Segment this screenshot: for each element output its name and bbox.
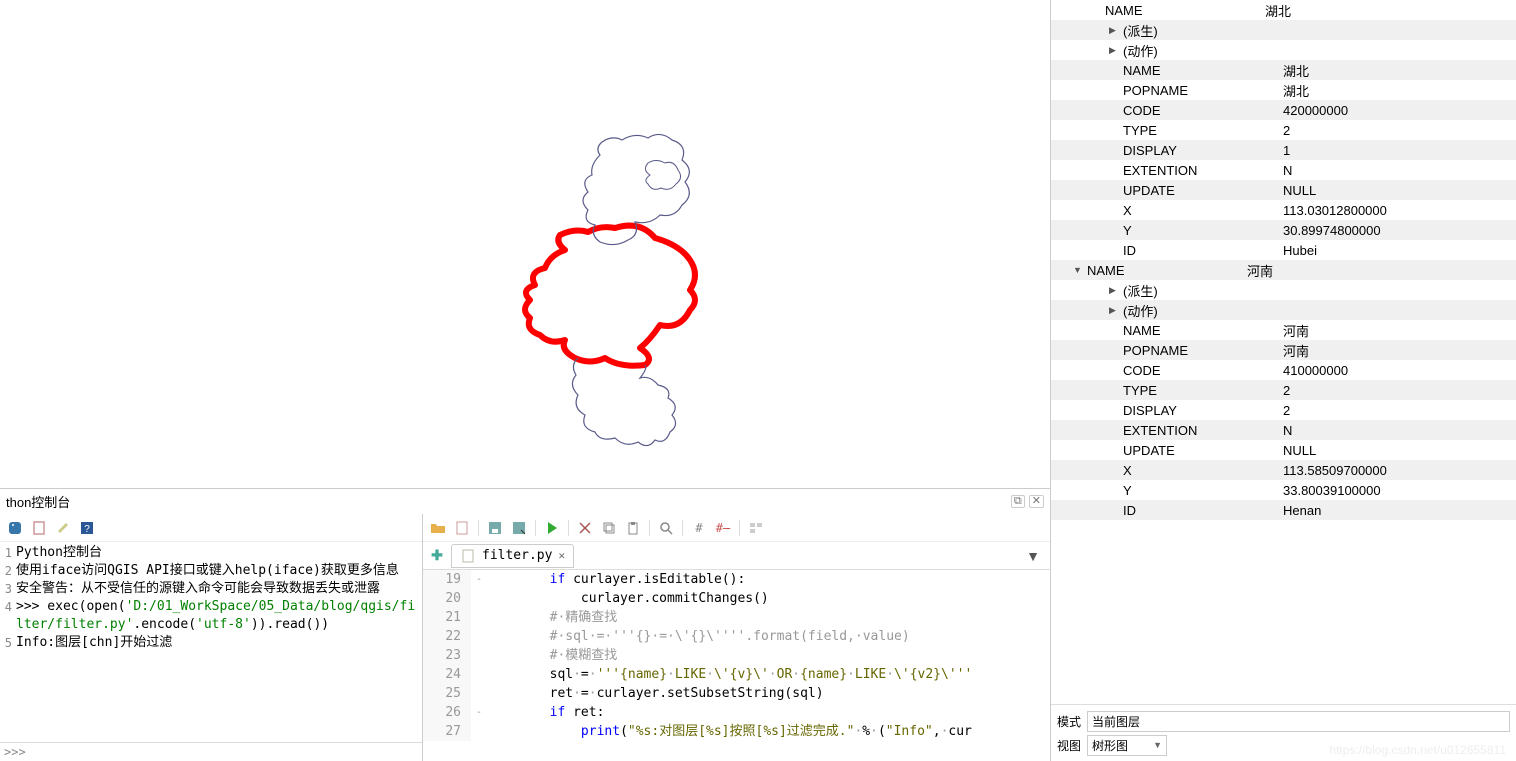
file-tab-filter[interactable]: filter.py ✕ xyxy=(451,544,574,568)
console-line: 2使用iface访问QGIS API接口或键入help(iface)获取更多信息 xyxy=(0,562,422,580)
attr-header-hubei[interactable]: NAME湖北 xyxy=(1051,0,1516,20)
console-close-icon[interactable]: ✕ xyxy=(1029,495,1044,508)
open-file-icon[interactable] xyxy=(428,518,448,538)
attr-row[interactable]: IDHubei xyxy=(1051,240,1516,260)
attr-row[interactable]: Y33.80039100000 xyxy=(1051,480,1516,500)
console-undock-icon[interactable]: ⧉ xyxy=(1011,495,1025,508)
new-file-icon[interactable] xyxy=(452,518,472,538)
save-as-icon[interactable] xyxy=(509,518,529,538)
console-output[interactable]: 1Python控制台2使用iface访问QGIS API接口或键入help(if… xyxy=(0,542,422,742)
code-line: 22 #·sql·=·'''{}·=·\'{}\''''.format(fiel… xyxy=(423,627,1050,646)
editor-toolbar: # #̶ xyxy=(423,514,1050,542)
comment-icon[interactable]: # xyxy=(689,518,709,538)
object-inspector-icon[interactable] xyxy=(746,518,766,538)
identify-footer: 模式 当前图层 视图 树形图 ▼ https://blog.csdn.net/u… xyxy=(1051,704,1516,761)
run-icon[interactable] xyxy=(542,518,562,538)
python-icon[interactable] xyxy=(5,518,25,538)
watermark: https://blog.csdn.net/u012655811 xyxy=(1329,743,1506,757)
save-icon[interactable] xyxy=(485,518,505,538)
attr-header-henan[interactable]: ▼NAME河南 xyxy=(1051,260,1516,280)
console-line: 4>>> exec(open('D:/01_WorkSpace/05_Data/… xyxy=(0,598,422,634)
map-canvas[interactable] xyxy=(0,0,1050,488)
svg-text:?: ? xyxy=(84,524,90,535)
attr-row[interactable]: EXTENTIONN xyxy=(1051,420,1516,440)
attr-derived[interactable]: ▶(派生) xyxy=(1051,280,1516,300)
console-toolbar: ? xyxy=(0,514,422,542)
attr-row[interactable]: POPNAME河南 xyxy=(1051,340,1516,360)
console-line: 1Python控制台 xyxy=(0,544,422,562)
tab-overflow-icon[interactable]: ▼ xyxy=(1026,548,1040,564)
console-title-bar: thon控制台 ⧉ ✕ xyxy=(0,489,1050,514)
clear-icon[interactable] xyxy=(29,518,49,538)
attr-row[interactable]: IDHenan xyxy=(1051,500,1516,520)
file-tab-label: filter.py xyxy=(482,548,552,563)
attr-row[interactable]: NAME河南 xyxy=(1051,320,1516,340)
close-tab-icon[interactable]: ✕ xyxy=(558,549,565,562)
feature-inner-ring xyxy=(645,161,680,190)
attr-row[interactable]: DISPLAY2 xyxy=(1051,400,1516,420)
attr-row[interactable]: DISPLAY1 xyxy=(1051,140,1516,160)
mode-dropdown[interactable]: 当前图层 xyxy=(1087,711,1510,732)
paste-icon[interactable] xyxy=(623,518,643,538)
code-line: 19- if curlayer.isEditable(): xyxy=(423,570,1050,589)
mode-label: 模式 xyxy=(1057,713,1081,730)
console-line: 5Info:图层[chn]开始过滤 xyxy=(0,634,422,652)
attr-row[interactable]: UPDATENULL xyxy=(1051,180,1516,200)
search-icon[interactable] xyxy=(656,518,676,538)
copy-icon[interactable] xyxy=(599,518,619,538)
file-icon xyxy=(460,548,476,564)
code-line: 25 ret·=·curlayer.setSubsetString(sql) xyxy=(423,684,1050,703)
attr-row[interactable]: POPNAME湖北 xyxy=(1051,80,1516,100)
attr-row[interactable]: NAME湖北 xyxy=(1051,60,1516,80)
chevron-down-icon: ▼ xyxy=(1153,740,1162,750)
cut-icon[interactable] xyxy=(575,518,595,538)
settings-icon[interactable] xyxy=(53,518,73,538)
code-line: 27 print("%s:对图层[%s]按照[%s]过滤完成."·%·("Inf… xyxy=(423,722,1050,741)
code-editor[interactable]: 19- if curlayer.isEditable():20 curlayer… xyxy=(423,570,1050,761)
attr-row[interactable]: TYPE2 xyxy=(1051,380,1516,400)
console-title: thon控制台 xyxy=(6,492,70,511)
attr-row[interactable]: X113.58509700000 xyxy=(1051,460,1516,480)
view-dropdown[interactable]: 树形图 ▼ xyxy=(1087,735,1167,756)
feature-henan[interactable] xyxy=(525,226,695,366)
console-prompt[interactable]: >>> xyxy=(0,742,422,761)
code-line: 24 sql·=·'''{name}·LIKE·\'{v}\'·OR·{name… xyxy=(423,665,1050,684)
attr-row[interactable]: X113.03012800000 xyxy=(1051,200,1516,220)
uncomment-icon[interactable]: #̶ xyxy=(713,518,733,538)
code-line: 21 #·精确查找 xyxy=(423,608,1050,627)
attr-row[interactable]: UPDATENULL xyxy=(1051,440,1516,460)
code-line: 26- if ret: xyxy=(423,703,1050,722)
attr-actions[interactable]: ▶(动作) xyxy=(1051,40,1516,60)
code-line: 23 #·模糊查找 xyxy=(423,646,1050,665)
attr-row[interactable]: EXTENTIONN xyxy=(1051,160,1516,180)
console-line: 3安全警告：从不受信任的源键入命令可能会导致数据丢失或泄露 xyxy=(0,580,422,598)
file-tabs: ✚ filter.py ✕ ▼ xyxy=(423,542,1050,570)
attr-row[interactable]: Y30.89974800000 xyxy=(1051,220,1516,240)
view-label: 视图 xyxy=(1057,737,1081,754)
attribute-tree[interactable]: NAME湖北▶(派生)▶(动作)NAME湖北POPNAME湖北CODE42000… xyxy=(1051,0,1516,704)
attr-derived[interactable]: ▶(派生) xyxy=(1051,20,1516,40)
attr-row[interactable]: CODE420000000 xyxy=(1051,100,1516,120)
attr-row[interactable]: TYPE2 xyxy=(1051,120,1516,140)
attr-actions[interactable]: ▶(动作) xyxy=(1051,300,1516,320)
feature-lower-outline[interactable] xyxy=(572,358,675,446)
help-icon[interactable]: ? xyxy=(77,518,97,538)
add-tab-button[interactable]: ✚ xyxy=(427,547,447,564)
code-line: 20 curlayer.commitChanges() xyxy=(423,589,1050,608)
attr-row[interactable]: CODE410000000 xyxy=(1051,360,1516,380)
